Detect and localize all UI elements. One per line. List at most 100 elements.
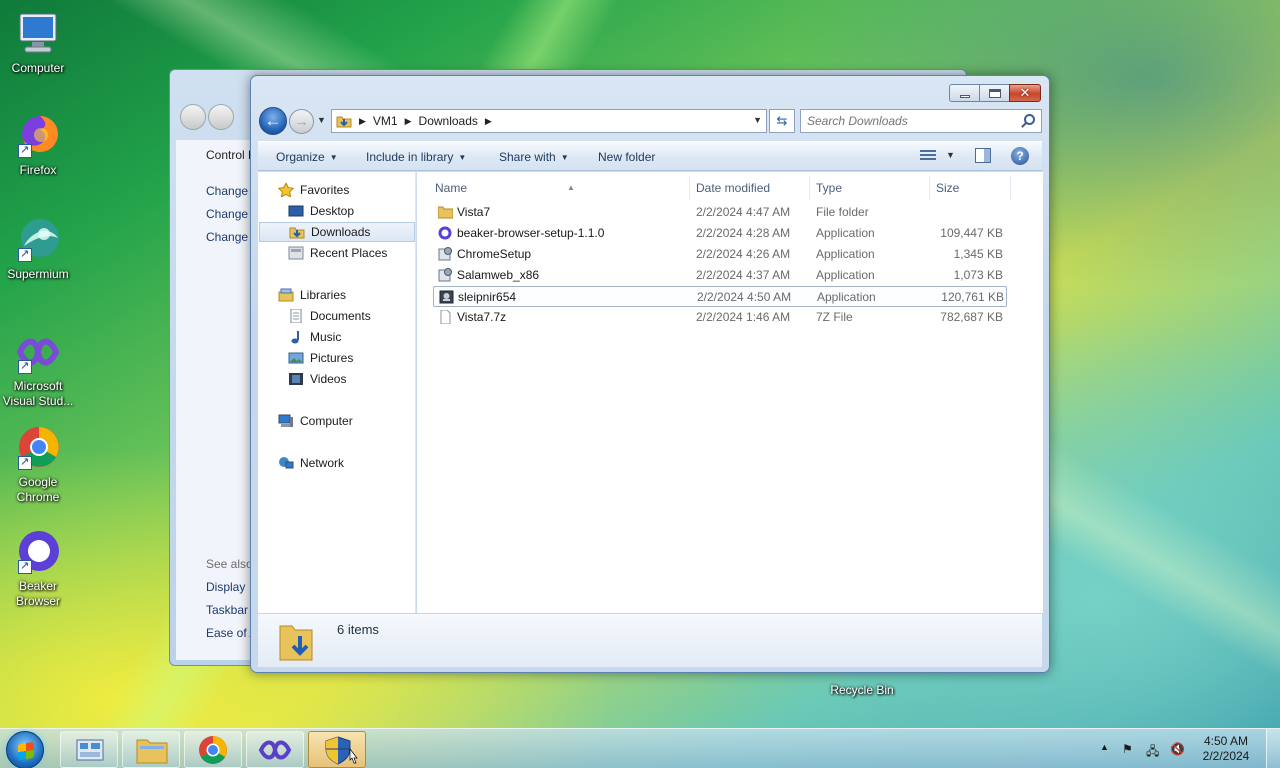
file-row-sleipnir[interactable]: sleipnir654 2/2/2024 4:50 AM Application… (433, 286, 1007, 307)
back-arrow-icon: ← (264, 111, 282, 130)
network-icon[interactable]: 🖧 (1146, 742, 1159, 763)
beaker-app-icon (438, 226, 453, 240)
search-input[interactable] (807, 111, 1017, 131)
change-view-icon[interactable] (920, 150, 936, 162)
column-header-name[interactable]: Name ▲ (429, 176, 690, 200)
taskbar-explorer[interactable] (122, 731, 180, 768)
taskbar-security-shield[interactable] (308, 731, 366, 768)
see-also-taskbar-link[interactable]: Taskbar (206, 603, 250, 617)
explorer-window[interactable]: ✕ ← → ▼ ▶ VM1 ▶ Downloads ▶ ▼ ⇆ Organize… (250, 75, 1050, 673)
breadcrumb-downloads[interactable]: Downloads (419, 114, 478, 128)
taskbar-visual-studio[interactable] (246, 731, 304, 768)
include-in-library-button[interactable]: Include in library ▼ (366, 150, 466, 164)
search-icon[interactable] (1024, 114, 1035, 125)
chevron-down-icon: ▼ (560, 153, 569, 162)
breadcrumb-separator-icon[interactable]: ▶ (485, 116, 492, 127)
breadcrumb-vm1[interactable]: VM1 (373, 114, 398, 128)
column-header-type[interactable]: Type (810, 176, 930, 200)
desktop-icon-google-chrome[interactable]: Google Chrome (0, 424, 76, 505)
view-options-dropdown-icon[interactable]: ▼ (946, 150, 955, 160)
nav-pictures[interactable]: Pictures (288, 348, 353, 368)
clock-date: 2/2/2024 (1202, 749, 1250, 763)
desktop-icon-recycle-bin[interactable]: Recycle Bin (822, 683, 902, 697)
refresh-icon: ⇆ (776, 113, 788, 128)
file-row-chromesetup[interactable]: ChromeSetup 2/2/2024 4:26 AM Application… (433, 244, 1007, 265)
desktop-icon-beaker-browser[interactable]: Beaker Browser (0, 528, 76, 609)
nav-music[interactable]: Music (288, 327, 341, 347)
navigation-pane: Favorites Desktop Downloads Recent Place… (258, 172, 416, 613)
control-panel-link[interactable]: Change (206, 184, 250, 198)
back-button[interactable]: ← (259, 107, 287, 135)
desktop-icon-label: Computer (11, 61, 65, 75)
file-row-salamweb[interactable]: Salamweb_x86 2/2/2024 4:37 AM Applicatio… (433, 265, 1007, 286)
start-button[interactable] (6, 731, 44, 768)
folder-icon (437, 205, 454, 219)
computer-icon (278, 414, 294, 428)
system-tray: ▲ ⚑ 🖧 🔇 4:50 AM 2/2/2024 (1080, 729, 1280, 768)
taskbar-chrome[interactable] (184, 731, 242, 768)
back-icon[interactable] (180, 104, 206, 130)
nav-libraries[interactable]: Libraries (278, 285, 346, 305)
see-also-display-link[interactable]: Display (206, 580, 250, 594)
share-with-button[interactable]: Share with ▼ (499, 150, 569, 164)
file-row-vista7[interactable]: Vista7 2/2/2024 4:47 AM File folder (433, 202, 1007, 223)
see-also-ease-link[interactable]: Ease of A (206, 626, 250, 640)
close-button[interactable]: ✕ (1009, 84, 1041, 102)
desktop-icon-label: Beaker Browser (15, 579, 60, 608)
clock[interactable]: 4:50 AM 2/2/2024 (1196, 734, 1256, 764)
volume-muted-icon[interactable]: 🔇 (1170, 742, 1185, 756)
column-header-date-modified[interactable]: Date modified (690, 176, 810, 200)
column-header-size[interactable]: Size (930, 176, 1011, 200)
address-bar[interactable]: ▶ VM1 ▶ Downloads ▶ ▼ (331, 109, 767, 133)
forward-button[interactable]: → (289, 109, 314, 134)
refresh-button[interactable]: ⇆ (769, 109, 795, 133)
file-list[interactable]: Name ▲ Date modified Type Size Vista7 2/… (417, 172, 1043, 613)
maximize-icon (988, 88, 1001, 98)
supermium-icon (14, 216, 62, 264)
setup-app-icon (438, 247, 453, 261)
desktop-icon-firefox[interactable]: Firefox (0, 112, 76, 178)
shortcut-arrow-icon (18, 559, 32, 574)
chevron-down-icon: ▼ (458, 153, 467, 162)
taskbar-control-panel[interactable] (60, 731, 118, 768)
nav-desktop[interactable]: Desktop (288, 201, 354, 221)
maximize-button[interactable] (979, 84, 1009, 102)
organize-button[interactable]: Organize ▼ (276, 150, 338, 164)
desktop-icon-visual-studio[interactable]: Microsoft Visual Stud... (0, 328, 76, 409)
preview-pane-icon[interactable] (975, 148, 991, 163)
breadcrumb-separator-icon[interactable]: ▶ (405, 116, 412, 127)
item-count: 6 items (337, 622, 379, 637)
nav-documents[interactable]: Documents (288, 306, 371, 326)
videos-icon (288, 372, 304, 386)
nav-network[interactable]: Network (278, 453, 344, 473)
installer-app-icon (439, 290, 454, 304)
desktop-icon-computer[interactable]: Computer (0, 10, 76, 76)
show-desktop-button[interactable] (1266, 729, 1280, 768)
recent-places-icon (288, 246, 304, 260)
desktop-icon-supermium[interactable]: Supermium (0, 216, 76, 282)
search-box[interactable] (800, 109, 1042, 133)
control-panel-title: Control P (206, 148, 250, 162)
file-row-beaker[interactable]: beaker-browser-setup-1.1.0 2/2/2024 4:28… (433, 223, 1007, 244)
show-hidden-icons-icon[interactable]: ▲ (1100, 742, 1109, 752)
window-caption-buttons: ✕ (949, 84, 1041, 102)
help-icon[interactable]: ? (1011, 147, 1029, 165)
nav-computer[interactable]: Computer (278, 411, 353, 431)
forward-icon[interactable] (208, 104, 234, 130)
address-dropdown-icon[interactable]: ▼ (753, 115, 762, 125)
nav-downloads[interactable]: Downloads (259, 222, 415, 242)
forward-arrow-icon: → (294, 113, 309, 129)
control-panel-link[interactable]: Change (206, 207, 250, 221)
minimize-button[interactable] (949, 84, 979, 102)
shortcut-arrow-icon (18, 359, 32, 374)
file-row-vista7-7z[interactable]: Vista7.7z 2/2/2024 1:46 AM 7Z File 782,6… (433, 307, 1007, 328)
firefox-icon (14, 112, 62, 160)
recent-pages-button[interactable]: ▼ (317, 115, 326, 125)
action-center-flag-icon[interactable]: ⚑ (1122, 742, 1133, 756)
nav-videos[interactable]: Videos (288, 369, 346, 389)
nav-favorites[interactable]: Favorites (277, 180, 349, 200)
breadcrumb-separator-icon[interactable]: ▶ (359, 116, 366, 127)
nav-recent-places[interactable]: Recent Places (288, 243, 387, 263)
control-panel-link[interactable]: Change (206, 230, 250, 244)
new-folder-button[interactable]: New folder (598, 150, 655, 164)
